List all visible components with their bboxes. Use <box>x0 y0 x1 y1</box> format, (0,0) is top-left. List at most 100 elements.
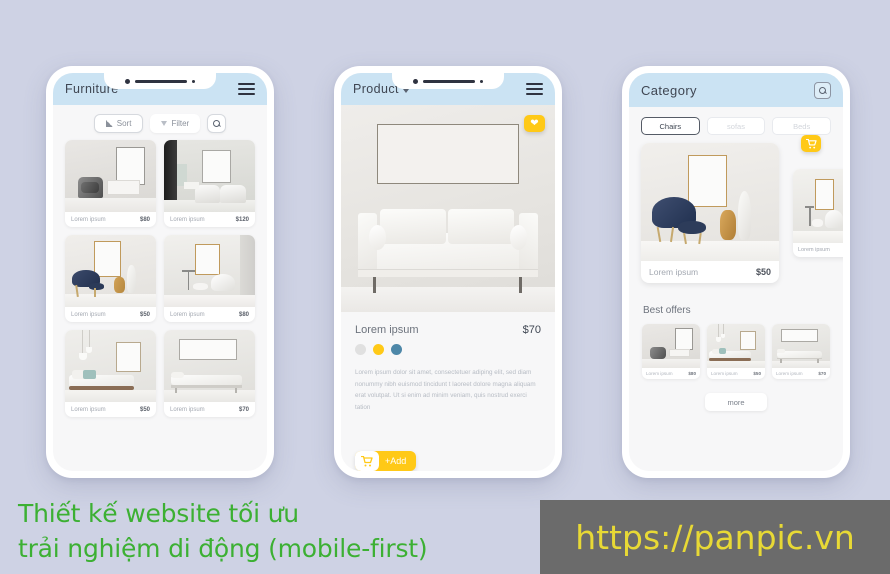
add-to-cart-badge[interactable] <box>801 135 821 152</box>
product-name: Lorem ipsum <box>71 406 106 413</box>
product-description: Lorem ipsum dolor sit amet, consectetuer… <box>355 369 536 411</box>
filter-label: Filter <box>171 119 190 128</box>
watermark-url: https://panpic.vn <box>575 517 855 557</box>
add-label: +Add <box>385 456 407 466</box>
phone1-toolbar: Sort Filter <box>53 105 267 140</box>
product-thumbnail <box>65 235 156 307</box>
phone3-appbar: Category <box>629 73 843 107</box>
color-swatch-yellow[interactable] <box>373 344 384 355</box>
product-name: Lorem ipsum <box>170 216 205 223</box>
speaker-bar-icon <box>423 79 475 83</box>
offer-card[interactable]: Lorem ipsum $80 <box>642 324 700 379</box>
product-meta: Lorem ipsum $80 <box>65 212 156 227</box>
chevron-down-icon[interactable] <box>402 88 409 93</box>
product-price: $70 <box>818 371 826 376</box>
best-offers-grid: Lorem ipsum $80 Lorem ipsum $50 Lorem ip… <box>629 324 843 379</box>
product-meta: Lorem ipsum $50 <box>65 402 156 417</box>
category-chip-sofas[interactable]: sofas <box>706 117 766 135</box>
shopping-cart-icon <box>361 455 373 466</box>
product-card[interactable]: Lorem ipsum $80 <box>164 235 255 322</box>
product-thumbnail <box>707 324 765 368</box>
product-price: $50 <box>755 267 771 277</box>
product-thumbnail <box>164 140 255 212</box>
product-card[interactable]: Lorem ipsum $120 <box>164 140 255 227</box>
product-meta: Lorem ipsum $80 <box>164 307 255 322</box>
search-icon <box>213 120 221 127</box>
phone1-notch <box>104 73 216 89</box>
heart-icon: ❤ <box>530 117 539 129</box>
sort-button[interactable]: Sort <box>93 114 144 133</box>
search-button[interactable] <box>814 81 831 99</box>
color-swatch-gray[interactable] <box>355 344 366 355</box>
product-price: $50 <box>753 371 761 376</box>
product-card[interactable]: Lorem ipsum $70 <box>164 330 255 417</box>
chip-label: Chairs <box>659 121 682 131</box>
search-icon <box>819 86 826 94</box>
chip-label: sofas <box>727 121 745 131</box>
product-thumbnail <box>65 140 156 212</box>
phone-mockup-category: Category Chairs sofas Beds Lorem ipsum $… <box>622 66 850 478</box>
product-name: Lorem ipsum <box>776 371 803 376</box>
product-price: $80 <box>139 216 150 223</box>
sensor-dot-icon <box>192 79 195 83</box>
sort-icon <box>105 120 113 127</box>
product-card[interactable]: Lorem ipsum $50 <box>65 330 156 417</box>
product-detail-panel: Lorem ipsum $70 Lorem ipsum dolor sit am… <box>341 312 555 471</box>
product-name: Lorem ipsum <box>798 247 830 253</box>
speaker-bar-icon <box>135 79 187 83</box>
product-meta: Lorem ipsum $50 <box>707 368 765 379</box>
hamburger-icon[interactable] <box>238 83 255 95</box>
phone3-screen: Category Chairs sofas Beds Lorem ipsum $… <box>629 73 843 471</box>
favorite-button[interactable]: ❤ <box>524 115 545 132</box>
offer-card[interactable]: Lorem ipsum $50 <box>707 324 765 379</box>
product-name: Lorem ipsum <box>649 267 699 277</box>
product-card[interactable]: Lorem ipsum $80 <box>65 140 156 227</box>
filter-icon <box>161 121 168 126</box>
product-meta: Lorem ipsum $70 <box>772 368 830 379</box>
color-swatch-blue[interactable] <box>391 344 402 355</box>
product-grid: Lorem ipsum $80 Lorem ipsum $120 Lorem i… <box>53 140 267 427</box>
product-meta: Lorem ipsum $70 <box>164 402 255 417</box>
product-price: $70 <box>238 406 249 413</box>
product-thumbnail <box>793 169 843 243</box>
category-chip-beds[interactable]: Beds <box>772 117 832 135</box>
product-price: $50 <box>139 311 150 318</box>
product-price: $80 <box>688 371 696 376</box>
product-meta: Lorem ipsum $80 <box>642 368 700 379</box>
featured-product-card[interactable]: Lorem ipsum $50 <box>641 143 779 283</box>
featured-row: Lorem ipsum $50 Lorem ipsum <box>629 135 843 289</box>
product-name: Lorem ipsum <box>711 371 738 376</box>
more-button[interactable]: more <box>705 393 767 411</box>
phone-mockup-product: Product ❤ Lorem ipsum $70 Lorem ipsum do… <box>334 66 562 478</box>
product-meta: Lorem ipsum $50 <box>641 261 779 283</box>
camera-dot-icon <box>413 78 418 84</box>
screenshot-root: Furniture Sort Filter Lorem ipsum $80 Lo… <box>0 0 890 574</box>
page-title: Category <box>641 82 697 98</box>
hamburger-icon[interactable] <box>526 83 543 95</box>
caption-text: Thiết kế website tối ưu trải nghiệm di đ… <box>18 499 428 563</box>
phone-mockup-furniture: Furniture Sort Filter Lorem ipsum $80 Lo… <box>46 66 274 478</box>
product-card[interactable]: Lorem ipsum $50 <box>65 235 156 322</box>
phone2-notch <box>392 73 504 89</box>
watermark-banner: https://panpic.vn <box>540 500 890 574</box>
phone1-screen: Furniture Sort Filter Lorem ipsum $80 Lo… <box>53 73 267 471</box>
search-button[interactable] <box>207 114 227 133</box>
product-thumbnail <box>164 235 255 307</box>
shopping-cart-icon <box>805 138 817 149</box>
product-meta: Lorem ipsum $120 <box>164 212 255 227</box>
side-product-card[interactable]: Lorem ipsum $ <box>793 169 843 257</box>
filter-button[interactable]: Filter <box>150 114 201 133</box>
offer-card[interactable]: Lorem ipsum $70 <box>772 324 830 379</box>
product-price: $70 <box>522 324 541 336</box>
product-thumbnail <box>65 330 156 402</box>
category-chip-chairs[interactable]: Chairs <box>641 117 700 135</box>
product-price: $80 <box>238 311 249 318</box>
product-thumbnail <box>642 324 700 368</box>
phone2-screen: Product ❤ Lorem ipsum $70 Lorem ipsum do… <box>341 73 555 471</box>
sensor-dot-icon <box>480 79 483 83</box>
cart-button[interactable] <box>355 451 379 471</box>
product-hero-image: ❤ <box>341 105 555 312</box>
product-thumbnail <box>772 324 830 368</box>
more-label: more <box>727 397 745 407</box>
add-to-cart-group[interactable]: +Add <box>355 451 417 471</box>
